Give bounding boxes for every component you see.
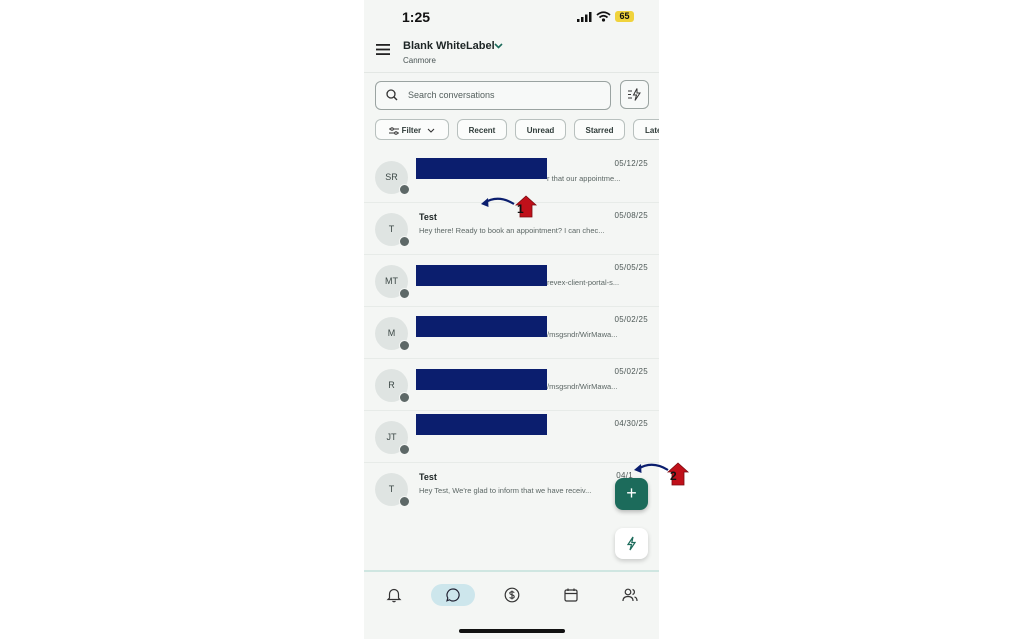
- conversation-preview: r that our appointme...: [547, 174, 621, 183]
- dollar-icon: [504, 587, 520, 603]
- conversation-date: 04/30/25: [614, 419, 648, 428]
- tab-conversations[interactable]: [431, 584, 475, 606]
- contact-name: Test: [419, 472, 437, 482]
- chevron-down-icon: [428, 129, 435, 134]
- avatar: MT: [375, 265, 410, 299]
- quick-actions-button[interactable]: [620, 80, 649, 109]
- tab-notifications[interactable]: [372, 584, 416, 606]
- conversation-date: 05/08/25: [614, 211, 648, 220]
- redaction-block: [416, 414, 547, 435]
- conversation-date: 05/12/25: [614, 159, 648, 168]
- avatar: T: [375, 473, 410, 507]
- status-bar: 1:25 65: [364, 0, 659, 34]
- redaction-block: [416, 265, 547, 286]
- conversation-preview: revex-client-portal-s...: [547, 278, 620, 287]
- conversation-row[interactable]: JT 04/30/25: [364, 411, 659, 463]
- avatar: T: [375, 213, 410, 247]
- channel-icon: [399, 496, 410, 507]
- bell-icon: [386, 588, 402, 603]
- chip-unread[interactable]: Unread: [515, 119, 566, 140]
- redaction-block: [416, 158, 547, 179]
- chip-starred[interactable]: Starred: [574, 119, 625, 140]
- channel-icon: [399, 236, 410, 247]
- chat-icon: [446, 588, 460, 602]
- conversation-preview: Hey there! Ready to book an appointment?…: [419, 226, 605, 235]
- contacts-icon: [622, 588, 638, 602]
- conversation-preview: /msgsndr/WirMawa...: [547, 382, 618, 391]
- chip-recent[interactable]: Recent: [457, 119, 507, 140]
- chip-latest[interactable]: Late: [633, 119, 659, 140]
- avatar: SR: [375, 161, 410, 195]
- annotation-arrow-icon: [481, 195, 538, 218]
- sliders-icon: [388, 127, 399, 135]
- conversation-date: 05/05/25: [614, 263, 648, 272]
- channel-icon: [399, 184, 410, 195]
- hamburger-menu-icon[interactable]: [376, 44, 390, 55]
- chevron-down-icon[interactable]: [494, 43, 503, 49]
- tab-calendar[interactable]: [549, 584, 593, 606]
- lightning-icon: [626, 536, 637, 551]
- conversation-date: 05/02/25: [614, 367, 648, 376]
- phone-screen: 1:25 65 Blank WhiteLabel Canmore Search …: [364, 0, 659, 639]
- avatar: M: [375, 317, 410, 351]
- search-placeholder: Search conversations: [408, 90, 495, 100]
- battery-icon: 65: [615, 11, 634, 22]
- search-icon: [386, 89, 398, 101]
- conversation-row[interactable]: R 05/02/25 /msgsndr/WirMawa...: [364, 359, 659, 411]
- search-input[interactable]: Search conversations: [375, 81, 611, 110]
- channel-icon: [399, 340, 410, 351]
- account-name[interactable]: Blank WhiteLabel: [403, 40, 495, 52]
- annotation-badge: 1: [517, 202, 524, 216]
- status-time: 1:25: [402, 9, 431, 25]
- avatar: JT: [375, 421, 410, 455]
- conversation-row[interactable]: M 05/02/25 /msgsndr/WirMawa...: [364, 307, 659, 359]
- tab-contacts[interactable]: [608, 584, 652, 606]
- wifi-icon: [596, 11, 611, 22]
- home-indicator: [459, 629, 565, 633]
- app-header: Blank WhiteLabel Canmore: [364, 34, 659, 73]
- conversation-preview: /msgsndr/WirMawa...: [547, 330, 618, 339]
- quick-action-fab[interactable]: [615, 528, 648, 559]
- channel-icon: [399, 392, 410, 403]
- annotation-arrow-icon: [634, 462, 690, 486]
- filter-chip[interactable]: Filter: [375, 119, 449, 140]
- contact-name: Test: [419, 212, 437, 222]
- tab-payments[interactable]: [490, 584, 534, 606]
- conversation-preview: Hey Test, We're glad to inform that we h…: [419, 486, 592, 495]
- annotation-badge: 2: [670, 469, 677, 483]
- avatar: R: [375, 369, 410, 403]
- channel-icon: [399, 444, 410, 455]
- conversation-row[interactable]: MT 05/05/25 revex-client-portal-s...: [364, 255, 659, 307]
- channel-icon: [399, 288, 410, 299]
- calendar-icon: [564, 588, 578, 602]
- conversation-date: 05/02/25: [614, 315, 648, 324]
- lightning-list-icon: [628, 88, 641, 101]
- redaction-block: [416, 369, 547, 390]
- redaction-block: [416, 316, 547, 337]
- account-location: Canmore: [403, 56, 436, 65]
- signal-icon: [577, 12, 592, 22]
